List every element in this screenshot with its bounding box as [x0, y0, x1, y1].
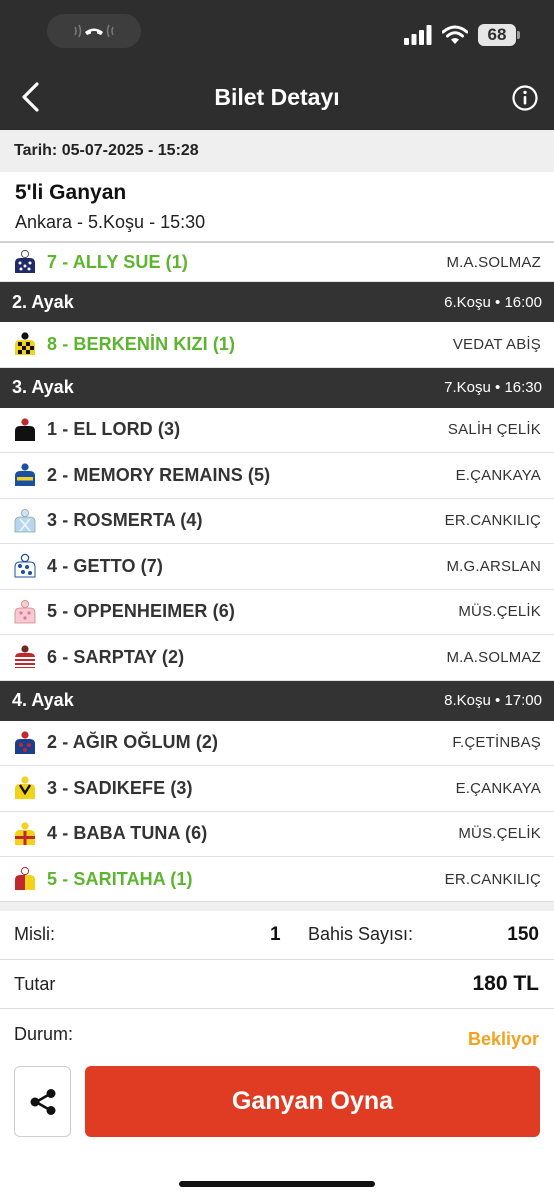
horse-name: 4 - GETTO (7) [47, 555, 163, 576]
list-item: 2 - AĞIR OĞLUM (2) F.ÇETİNBAŞ [0, 721, 554, 766]
status-indicators: 68 [404, 24, 520, 46]
jersey-blue-white-dots-icon [14, 554, 36, 578]
leg-race-time: 7.Koşu • 16:30 [444, 379, 542, 396]
durum-label: Durum: [14, 1024, 74, 1044]
bahis-sayisi-label: Bahis Sayısı: [308, 924, 414, 944]
leg-title: 3. Ayak [12, 377, 74, 397]
info-icon[interactable] [512, 85, 538, 111]
share-button[interactable] [14, 1066, 71, 1137]
list-item: 4 - GETTO (7) M.G.ARSLAN [0, 544, 554, 590]
bahis-sayisi-value: 150 [507, 924, 539, 945]
jersey-black-red-icon [15, 418, 35, 441]
leg-race-time: 6.Koşu • 16:00 [444, 293, 542, 311]
jersey-blue-yellow-icon [15, 463, 35, 487]
jockey-name: E.ÇANKAYA [455, 779, 541, 797]
horse-name: 5 - SARITAHA (1) [47, 868, 193, 889]
jockey-name: M.A.SOLMAZ [446, 648, 541, 666]
misli-label: Misli: [14, 924, 55, 944]
bet-type-title: 5'li Ganyan [15, 181, 127, 204]
jersey-pink-icon [14, 599, 36, 624]
leg-header: 2. Ayak 6.Koşu • 16:00 [0, 282, 554, 322]
tutar-value: 180 TL [472, 972, 539, 995]
list-item: 1 - EL LORD (3) SALİH ÇELİK [0, 408, 554, 453]
jersey-yellow-black-icon [15, 776, 35, 800]
share-icon [30, 1088, 55, 1115]
jersey-yellow-red-icon [15, 822, 35, 845]
jockey-name: M.A.SOLMAZ [446, 253, 541, 271]
horse-name: 1 - EL LORD (3) [47, 419, 181, 440]
jersey-blue-red-icon [15, 731, 35, 754]
jockey-name: ER.CANKILIÇ [444, 512, 541, 530]
jockey-name: VEDAT ABİŞ [452, 335, 541, 353]
horse-name: 8 - BERKENİN KIZI (1) [47, 333, 236, 354]
list-item: 2 - MEMORY REMAINS (5) E.ÇANKAYA [0, 453, 554, 499]
battery-indicator: 68 [478, 24, 520, 46]
page-title: Bilet Detayı [214, 84, 340, 110]
horse-name: 5 - OPPENHEIMER (6) [47, 601, 235, 622]
jockey-name: E.ÇANKAYA [455, 466, 541, 484]
leg-race-time: 8.Koşu • 17:00 [444, 692, 542, 709]
misli-value: 1 [270, 924, 281, 945]
horse-name: 4 - BABA TUNA (6) [47, 823, 208, 844]
list-item: 5 - SARITAHA (1) ER.CANKILIÇ [0, 857, 554, 903]
list-item: 3 - SADIKEFE (3) E.ÇANKAYA [0, 766, 554, 812]
leg-title: 4. Ayak [12, 690, 74, 710]
jersey-red-yellow-icon [15, 867, 35, 891]
jockey-name: MÜS.ÇELİK [458, 825, 541, 843]
home-indicator[interactable] [179, 1181, 375, 1187]
ticket-legs-list[interactable]: 7 - ALLY SUE (1) M.A.SOLMAZ 2. Ayak 6.Ko… [0, 243, 554, 903]
horse-name: 2 - AĞIR OĞLUM (2) [47, 732, 219, 753]
race-info: Ankara - 5.Koşu - 15:30 [15, 212, 206, 232]
divider [0, 1008, 554, 1009]
horse-name: 3 - ROSMERTA (4) [47, 510, 203, 531]
leg-header: 4. Ayak 8.Koşu • 17:00 [0, 680, 554, 721]
jersey-lightblue-icon [14, 508, 36, 533]
list-item: 5 - OPPENHEIMER (6) MÜS.ÇELİK [0, 590, 554, 635]
leg-title: 2. Ayak [12, 291, 74, 312]
leg-header: 3. Ayak 7.Koşu • 16:30 [0, 367, 554, 408]
jockey-name: ER.CANKILIÇ [444, 870, 541, 888]
phone-call-icon [74, 24, 114, 38]
list-item: 3 - ROSMERTA (4) ER.CANKILIÇ [0, 499, 554, 544]
list-item: 6 - SARPTAY (2) M.A.SOLMAZ [0, 635, 554, 681]
list-item: 4 - BABA TUNA (6) MÜS.ÇELİK [0, 812, 554, 857]
section-divider [0, 901, 554, 911]
list-item: 8 - BERKENİN KIZI (1) VEDAT ABİŞ [0, 322, 554, 368]
tutar-label: Tutar [14, 974, 56, 994]
cellular-signal-icon [404, 25, 432, 45]
jersey-red-white-stripes-icon [15, 645, 35, 669]
header-bar: 68 Bilet Detayı [0, 0, 554, 130]
dynamic-island [47, 14, 141, 48]
play-ganyan-button[interactable]: Ganyan Oyna [85, 1066, 540, 1137]
jockey-name: M.G.ARSLAN [446, 557, 541, 575]
jockey-name: F.ÇETİNBAŞ [452, 734, 541, 752]
horse-name: 3 - SADIKEFE (3) [47, 777, 193, 798]
divider [0, 959, 554, 960]
list-item: 7 - ALLY SUE (1) M.A.SOLMAZ [0, 243, 554, 282]
ticket-date: Tarih: 05-07-2025 - 15:28 [0, 130, 554, 172]
jersey-yellow-check-icon [15, 332, 35, 356]
wifi-icon [442, 25, 468, 44]
jockey-name: SALİH ÇELİK [447, 421, 541, 439]
horse-name: 2 - MEMORY REMAINS (5) [47, 464, 271, 485]
horse-name: 7 - ALLY SUE (1) [47, 251, 188, 272]
status-badge: Bekliyor [467, 1029, 539, 1049]
horse-name: 6 - SARPTAY (2) [47, 646, 185, 667]
jockey-name: MÜS.ÇELİK [458, 603, 541, 621]
jersey-navy-dots-icon [15, 249, 35, 273]
